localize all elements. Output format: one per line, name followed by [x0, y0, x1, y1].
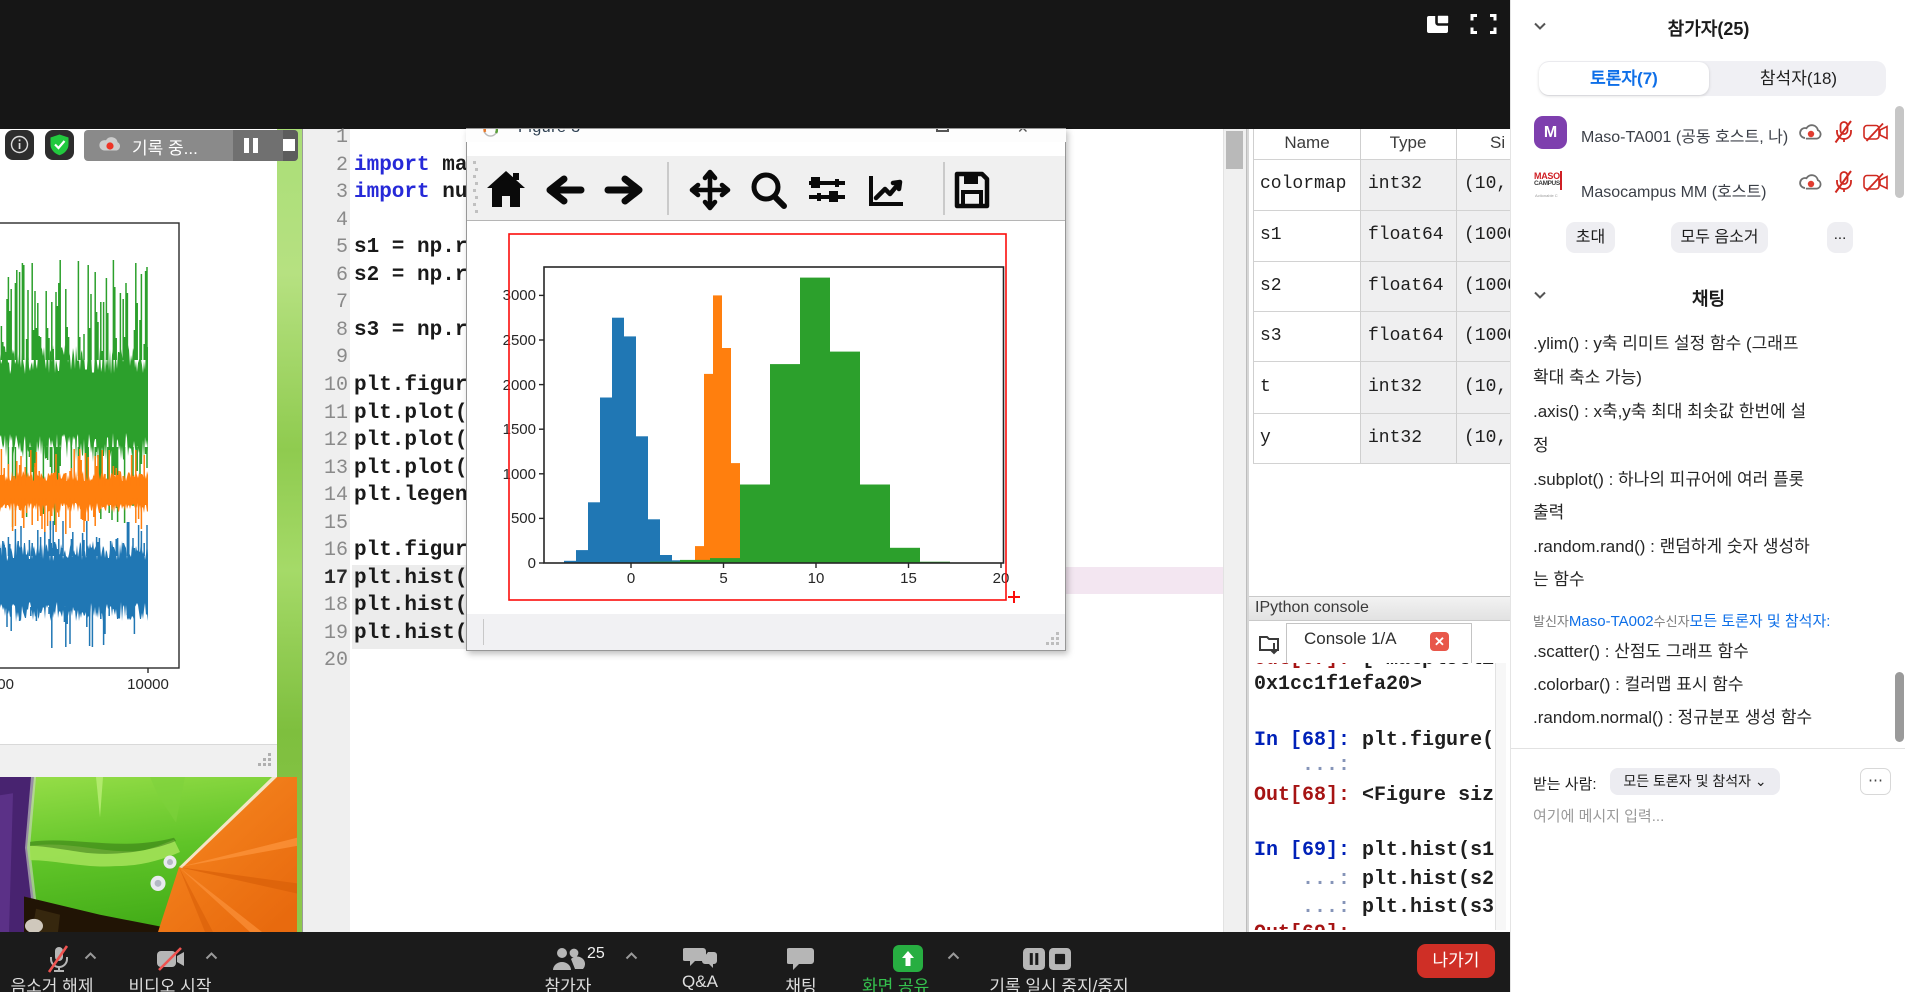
svg-text:1000: 1000	[503, 466, 536, 483]
svg-text:5: 5	[719, 570, 727, 587]
svg-text:000: 000	[0, 676, 14, 693]
svg-text:20: 20	[993, 570, 1010, 587]
svg-text:0: 0	[528, 555, 536, 572]
svg-text:10000: 10000	[127, 676, 169, 693]
svg-text:15: 15	[900, 570, 917, 587]
svg-text:1500: 1500	[503, 421, 536, 438]
svg-text:2000: 2000	[503, 377, 536, 394]
svg-text:2500: 2500	[503, 332, 536, 349]
svg-text:10: 10	[808, 570, 825, 587]
svg-text:500: 500	[511, 510, 536, 527]
svg-text:3000: 3000	[503, 287, 536, 304]
svg-text:0: 0	[627, 570, 635, 587]
